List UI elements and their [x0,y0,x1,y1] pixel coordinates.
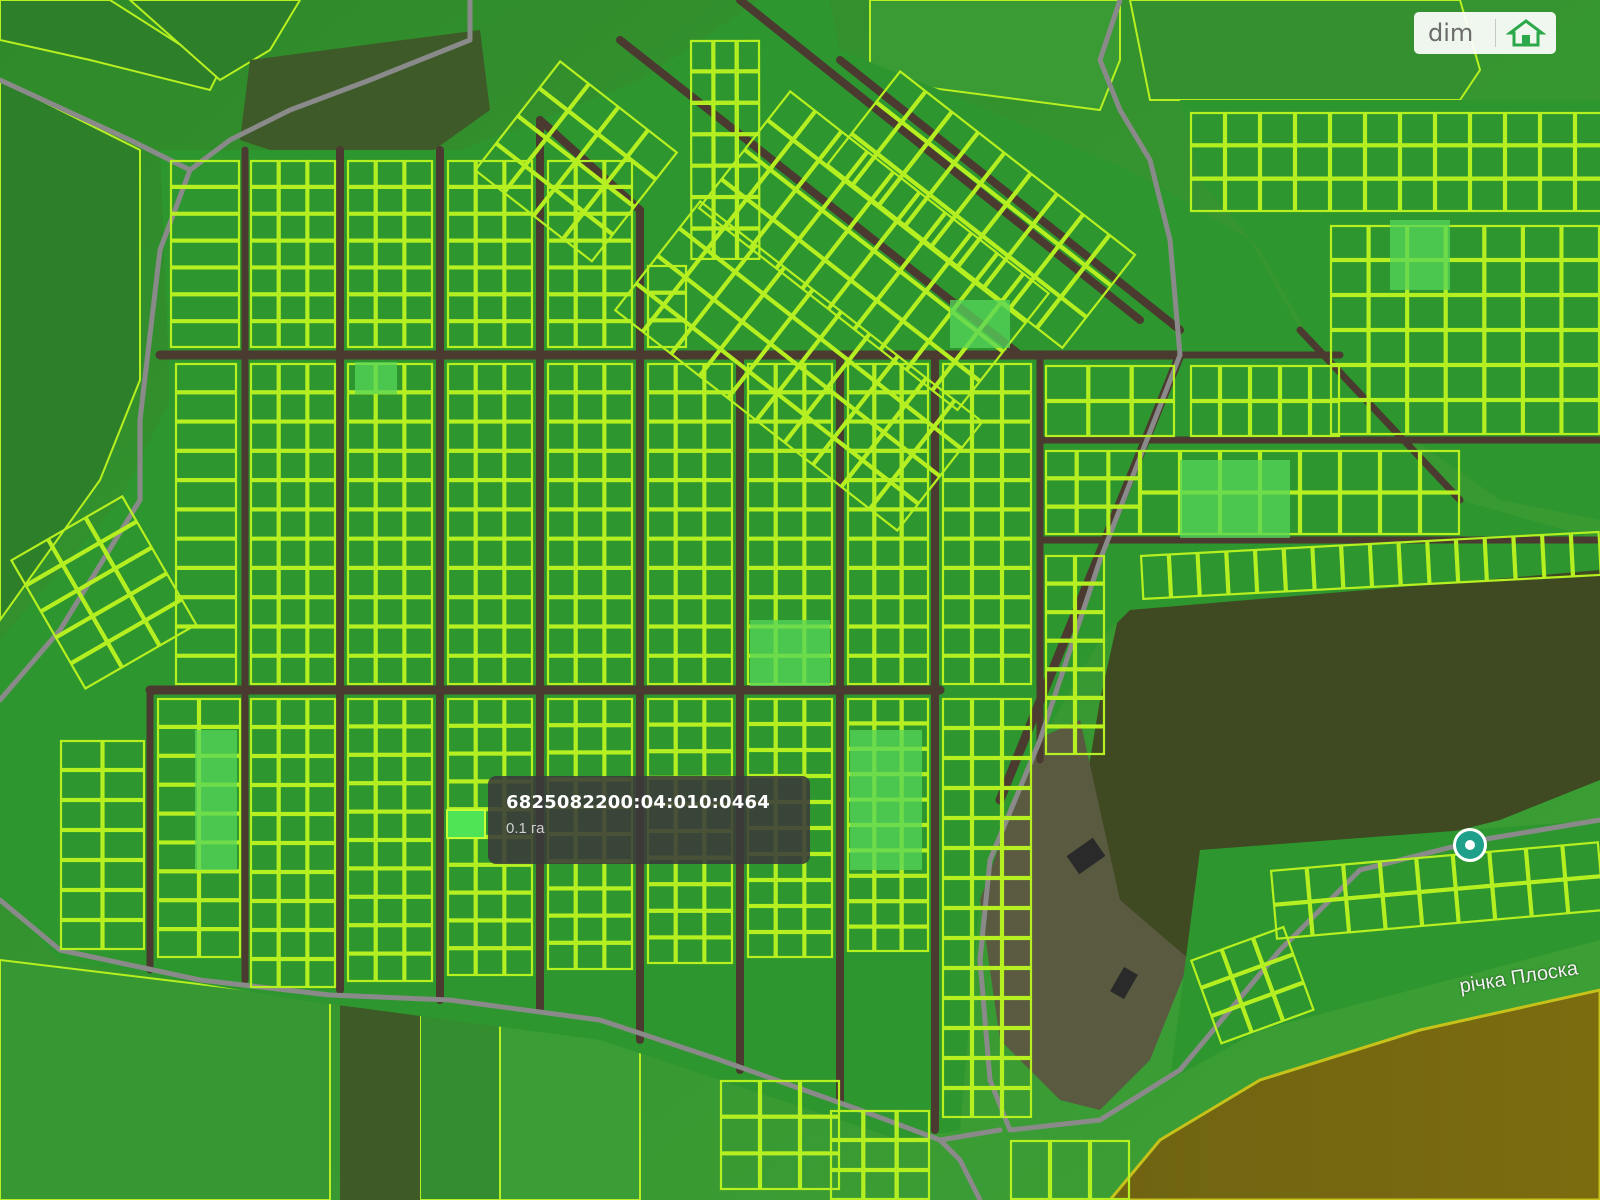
ria-house-icon [1506,19,1546,47]
logo-text: dim [1428,19,1474,47]
cadastral-map[interactable]: 6825082200:04:010:0464 0.1 га dim річка … [0,0,1600,1200]
parcel-area: 0.1 га [506,820,545,837]
logo-divider [1495,19,1496,47]
forest-strip [340,1000,420,1200]
selected-parcel[interactable] [446,809,486,839]
location-pin-icon[interactable] [1450,825,1490,865]
parcel-tooltip: 6825082200:04:010:0464 0.1 га [488,776,810,864]
cadastral-number: 6825082200:04:010:0464 [506,792,770,813]
dim-ria-logo[interactable]: dim [1414,12,1556,54]
map-canvas[interactable] [0,0,1600,1200]
